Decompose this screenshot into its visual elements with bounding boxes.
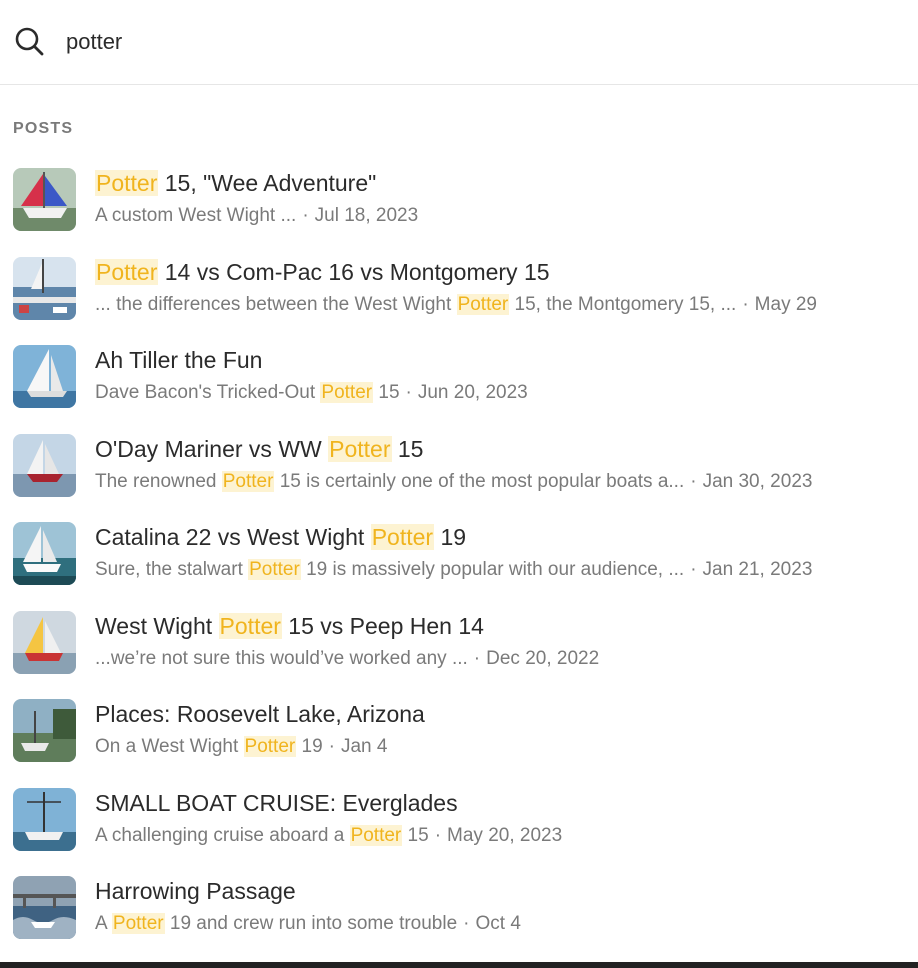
post-excerpt: Dave Bacon's Tricked-Out [95,382,321,403]
post-date: Jan 30, 2023 [702,470,813,492]
match-highlight: Potter [243,736,297,757]
search-icon [15,27,44,56]
match-highlight: Potter [111,913,165,934]
post-date: Dec 20, 2022 [486,647,600,669]
match-highlight: Potter [328,435,392,462]
post-meta: A Potter 19 and crew run into some troub… [95,913,521,934]
search-result-item[interactable]: Ah Tiller the Fun Dave Bacon's Tricked-Ou… [0,337,918,426]
separator-dot: · [405,382,412,403]
results-list: Potter 15, "Wee Adventure" A custom West … [0,160,918,957]
search-result-item[interactable]: West Wight Potter 15 vs Peep Hen 14 ...we… [0,603,918,692]
post-title: Ah Tiller the Fun [95,347,263,373]
match-highlight: Potter [248,559,301,580]
match-highlight: Potter [95,258,159,285]
post-meta: ... the differences between the West Wig… [95,293,817,315]
match-highlight: Potter [349,824,403,846]
search-result-item[interactable]: Places: Roosevelt Lake, Arizona On a West… [0,691,918,780]
post-date: Jan 4 [340,736,388,757]
match-highlight: Potter [221,470,275,492]
separator-dot: · [690,559,697,580]
post-date: Jun 20, 2023 [417,382,528,403]
section-label-posts: POSTS [13,120,74,137]
post-date: May 29 [754,293,817,315]
post-meta: A custom West Wight ... · Jul 18, 2023 [95,205,418,227]
post-thumbnail [13,168,76,231]
separator-dot: · [302,205,309,226]
match-highlight: Potter [456,293,510,315]
window-bottom-edge [0,962,918,968]
post-date: Jul 18, 2023 [314,205,419,226]
post-excerpt: A [95,913,112,934]
post-excerpt: ... the differences between the West Wig… [95,293,457,315]
post-date: Jan 21, 2023 [702,559,813,580]
post-thumbnail [13,787,76,851]
post-excerpt: A custom West Wight ... [95,205,297,226]
match-highlight: Potter [320,382,374,403]
post-meta: The renowned Potter 15 is certainly one … [95,470,813,492]
post-excerpt: Sure, the stalwart [95,559,249,580]
search-result-item[interactable]: Catalina 22 vs West Wight Potter 19 Sure,… [0,514,918,603]
post-excerpt: ...we’re not sure this would’ve worked a… [95,647,468,669]
post-meta: A challenging cruise aboard a Potter 15 ·… [95,824,563,846]
separator-dot: · [742,293,749,315]
post-thumbnail [13,256,76,320]
post-meta: Sure, the stalwart Potter 19 is massivel… [95,559,813,580]
match-highlight: Potter [218,612,282,639]
match-highlight: Potter [95,170,159,196]
post-excerpt: On a West Wight [95,736,244,757]
post-title: Potter 14 vs Com-Pac 16 vs Montgomery 15 [95,258,550,285]
post-title: Places: Roosevelt Lake, Arizona [95,701,425,727]
post-title: Catalina 22 vs West Wight Potter 19 [95,524,467,550]
search-result-item[interactable]: Harrowing Passage A Potter 19 and crew ru… [0,868,918,957]
post-title: O'Day Mariner vs WW Potter 15 [95,435,424,462]
search-result-item[interactable]: O'Day Mariner vs WW Potter 15 The renowne… [0,426,918,515]
post-meta: ...we’re not sure this would’ve worked a… [95,648,599,670]
post-thumbnail [13,699,76,762]
post-thumbnail [13,433,76,497]
search-result-item[interactable]: Potter 14 vs Com-Pac 16 vs Montgomery 15… [0,249,918,338]
post-title: Harrowing Passage [95,878,296,904]
post-title: SMALL BOAT CRUISE: Everglades [95,789,458,816]
post-excerpt: The renowned [95,470,222,492]
post-date: May 20, 2023 [447,824,563,846]
separator-dot: · [328,736,335,757]
search-bar[interactable] [0,0,918,85]
separator-dot: · [463,913,470,934]
post-meta: On a West Wight Potter 19 · Jan 4 [95,736,388,757]
search-input[interactable] [66,26,886,58]
post-excerpt: A challenging cruise aboard a [95,824,350,846]
separator-dot: · [473,647,481,669]
separator-dot: · [690,470,697,492]
post-thumbnail [13,610,76,674]
match-highlight: Potter [370,524,435,550]
search-result-item[interactable]: Potter 15, "Wee Adventure" A custom West … [0,160,918,249]
post-thumbnail [13,876,76,939]
post-thumbnail [13,345,76,408]
search-result-item[interactable]: SMALL BOAT CRUISE: Everglades A challengi… [0,780,918,869]
post-title: Potter 15, "Wee Adventure" [95,170,377,196]
post-date: Oct 4 [475,913,521,934]
post-thumbnail [13,522,76,585]
post-title: West Wight Potter 15 vs Peep Hen 14 [95,612,484,639]
post-meta: Dave Bacon's Tricked-Out Potter 15 · Jun 2… [95,382,528,403]
separator-dot: · [434,824,442,846]
